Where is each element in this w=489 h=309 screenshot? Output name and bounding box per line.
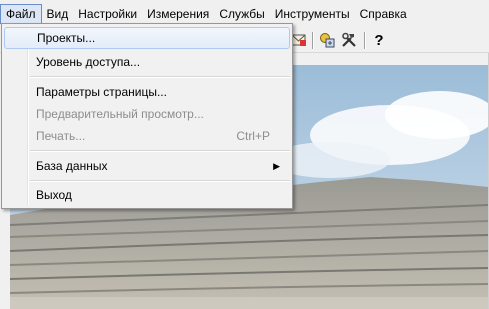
menu-services[interactable]: Службы	[214, 4, 269, 24]
menu-item-exit[interactable]: Выход	[4, 184, 290, 206]
print-shortcut: Ctrl+P	[236, 129, 270, 143]
menu-item-database-label: База данных	[36, 159, 108, 173]
menu-measurements[interactable]: Измерения	[142, 4, 214, 24]
menu-help[interactable]: Справка	[355, 4, 412, 24]
menu-item-access-level[interactable]: Уровень доступа...	[4, 51, 290, 73]
tools-icon[interactable]	[340, 31, 358, 49]
menu-separator	[30, 150, 290, 151]
toolbar-separator	[312, 32, 313, 49]
menu-item-page-setup[interactable]: Параметры страницы...	[4, 81, 290, 103]
menu-file[interactable]: Файл	[0, 4, 42, 24]
menu-settings[interactable]: Настройки	[73, 4, 142, 24]
calculator-icon[interactable]	[318, 31, 336, 49]
toolbar-separator	[364, 32, 365, 49]
menu-item-database[interactable]: База данных ▶	[4, 155, 290, 177]
menu-item-print: Печать... Ctrl+P	[4, 125, 290, 147]
menu-item-projects[interactable]: Проекты...	[4, 27, 290, 49]
menu-item-print-label: Печать...	[36, 129, 86, 143]
menu-separator	[30, 180, 290, 181]
submenu-arrow-icon: ▶	[273, 161, 280, 171]
help-icon[interactable]: ?	[370, 31, 388, 49]
menu-tools[interactable]: Инструменты	[270, 4, 355, 24]
menu-item-print-preview: Предварительный просмотр...	[36, 107, 204, 121]
menu-separator	[30, 76, 290, 77]
file-menu-dropdown: Проекты... Уровень доступа... Параметры …	[1, 23, 293, 209]
menu-view[interactable]: Вид	[42, 4, 74, 24]
